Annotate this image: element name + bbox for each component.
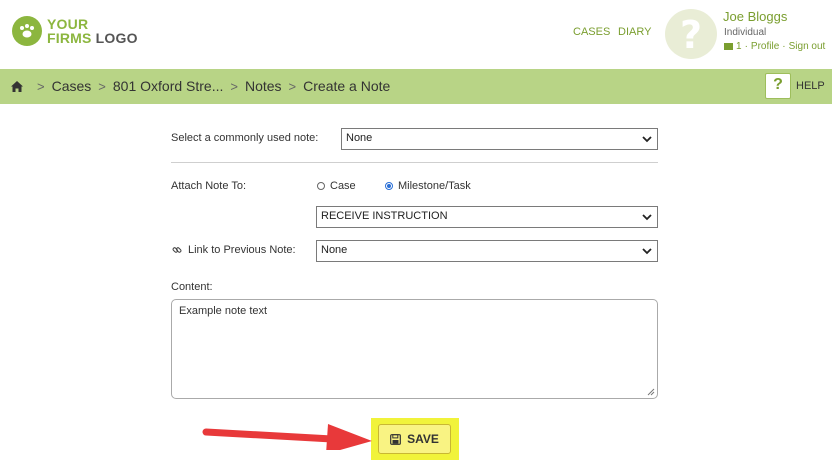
milestone-value: RECEIVE INSTRUCTION <box>321 210 448 222</box>
sign-out-link[interactable]: Sign out <box>789 41 826 52</box>
logo-line-2b: LOGO <box>91 30 138 46</box>
envelope-icon[interactable] <box>724 43 733 50</box>
save-button[interactable]: SAVE <box>378 424 451 454</box>
user-role: Individual <box>724 27 767 38</box>
question-icon: ? <box>773 76 783 93</box>
breadcrumb-bar: > Cases > 801 Oxford Stre... > Notes > C… <box>0 69 832 104</box>
breadcrumb-separator: > <box>230 78 238 94</box>
logo-line-1: YOUR <box>47 16 89 32</box>
separator: · <box>744 41 748 52</box>
firm-logo[interactable]: YOUR FIRMS LOGO <box>12 16 138 46</box>
breadcrumb-case-address[interactable]: 801 Oxford Stre... <box>113 78 224 94</box>
logo-line-2a: FIRMS <box>47 30 92 46</box>
chevron-down-icon <box>642 214 652 221</box>
avatar[interactable]: ? <box>665 9 717 59</box>
link-previous-note-label: Link to Previous Note: <box>188 244 296 256</box>
avatar-placeholder-icon: ? <box>679 13 703 57</box>
chevron-down-icon <box>642 248 652 255</box>
divider <box>171 162 658 163</box>
annotation-arrow-icon <box>202 424 372 450</box>
resize-handle-icon[interactable] <box>647 388 655 396</box>
common-note-value: None <box>346 132 373 144</box>
radio-case-label[interactable]: Case <box>330 180 356 192</box>
previous-note-select[interactable]: None <box>316 240 658 262</box>
breadcrumb-current: Create a Note <box>303 78 391 94</box>
content-text: Example note text <box>179 305 268 317</box>
nav-cases-link[interactable]: CASES <box>573 26 610 38</box>
user-name[interactable]: Joe Bloggs <box>723 9 787 24</box>
help-label[interactable]: HELP <box>796 80 825 92</box>
link-icon <box>172 247 182 253</box>
nav-diary-link[interactable]: DIARY <box>618 26 651 38</box>
breadcrumb: > Cases > 801 Oxford Stre... > Notes > C… <box>10 78 390 94</box>
user-links: 1 · Profile · Sign out <box>724 41 825 52</box>
breadcrumb-separator: > <box>288 78 297 94</box>
breadcrumb-separator: > <box>37 78 45 94</box>
breadcrumb-cases[interactable]: Cases <box>52 78 92 94</box>
message-count[interactable]: 1 <box>736 41 742 52</box>
save-label: SAVE <box>407 432 439 446</box>
separator: · <box>782 41 786 52</box>
content-label: Content: <box>171 281 213 293</box>
radio-case[interactable] <box>317 182 325 190</box>
milestone-select[interactable]: RECEIVE INSTRUCTION <box>316 206 658 228</box>
paw-icon <box>12 16 42 46</box>
common-note-select[interactable]: None <box>341 128 658 150</box>
floppy-disk-icon <box>390 433 401 445</box>
chevron-down-icon <box>642 136 652 143</box>
radio-milestone-task-label[interactable]: Milestone/Task <box>398 180 471 192</box>
previous-note-value: None <box>321 244 348 256</box>
attach-note-label: Attach Note To: <box>171 180 247 192</box>
content-textarea[interactable]: Example note text <box>171 299 658 399</box>
help-button[interactable]: ? <box>765 73 791 99</box>
breadcrumb-separator: > <box>98 78 106 94</box>
profile-link[interactable]: Profile <box>751 41 779 52</box>
home-icon[interactable] <box>10 80 24 93</box>
common-note-label: Select a commonly used note: <box>171 132 319 144</box>
breadcrumb-notes[interactable]: Notes <box>245 78 282 94</box>
radio-milestone-task[interactable] <box>385 182 393 190</box>
app-header: YOUR FIRMS LOGO CASES DIARY ? Joe Bloggs… <box>0 0 832 69</box>
